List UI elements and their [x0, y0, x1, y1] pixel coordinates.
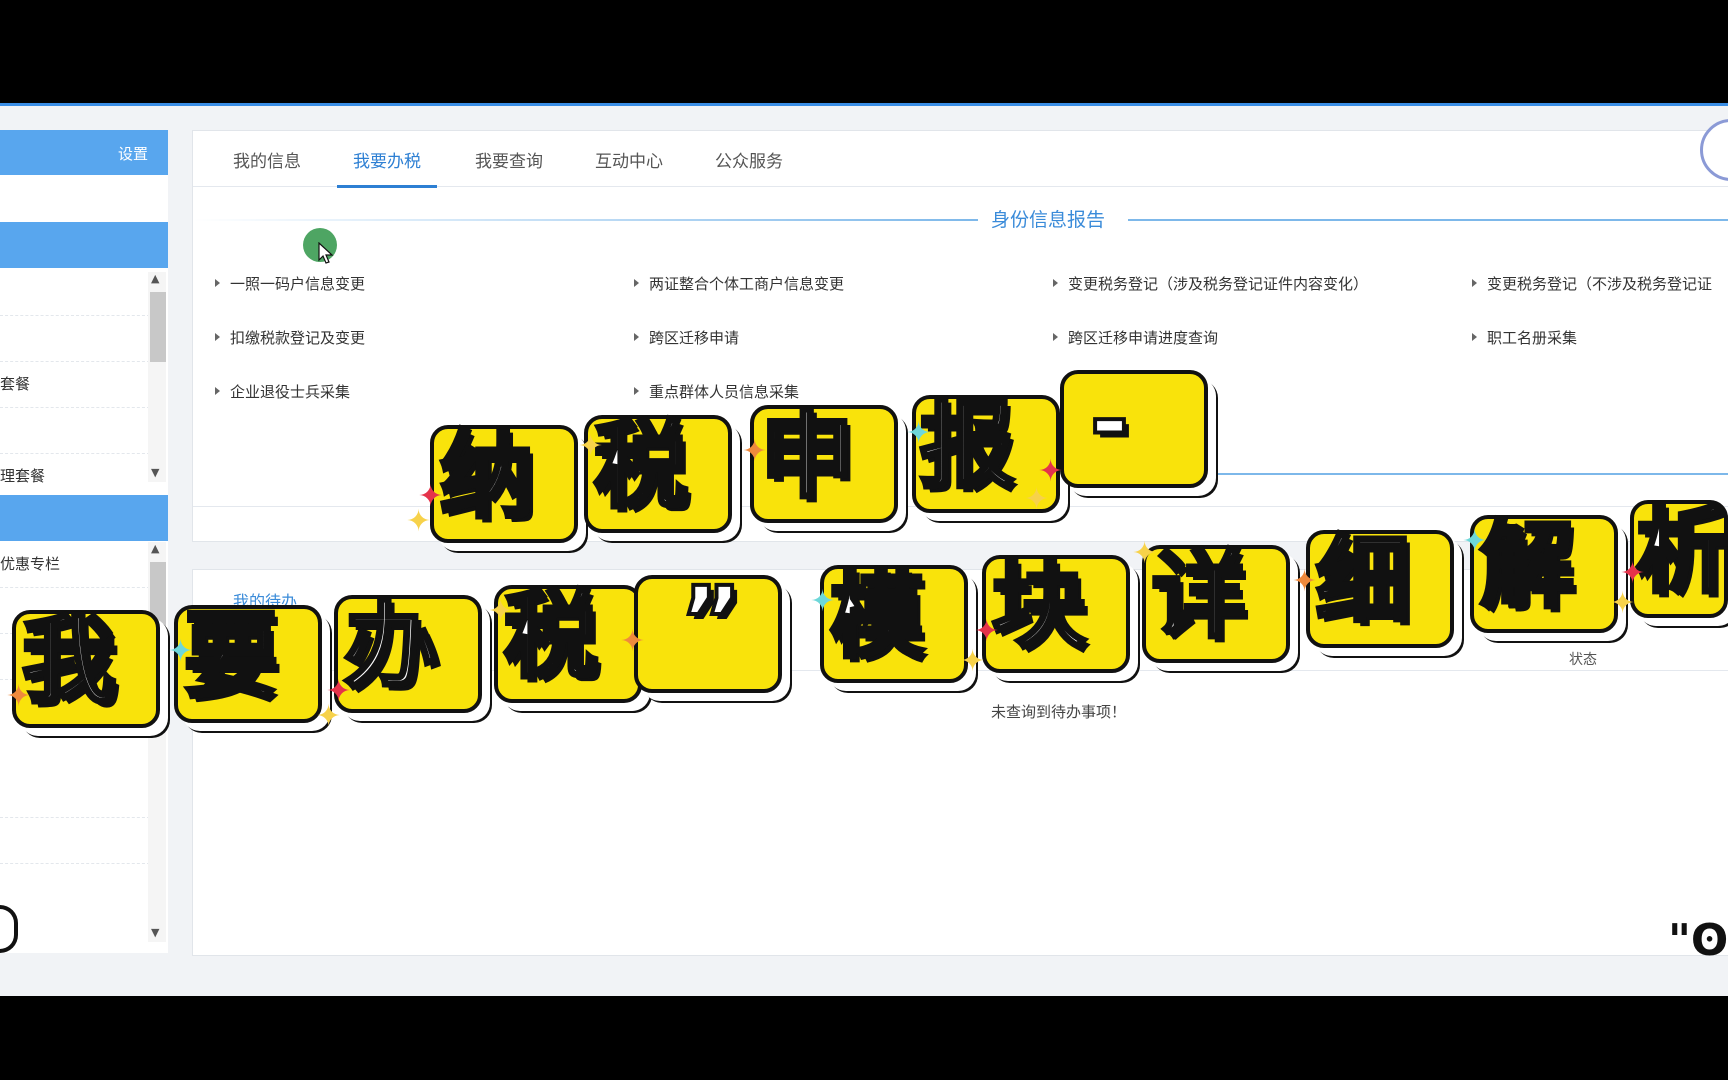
service-link[interactable]: 企业退役士兵采集 — [215, 381, 350, 402]
status-column-header: 状态 — [1569, 652, 1597, 668]
sidebar-item[interactable]: 理套餐 — [0, 454, 150, 500]
caret-right-icon — [1472, 279, 1477, 287]
tab-query[interactable]: 我要查询 — [475, 147, 543, 185]
sidebar-item[interactable]: 套餐 — [0, 362, 150, 408]
sidebar-scrollbar[interactable]: ▲ ▼ — [148, 542, 166, 942]
sidebar-group-header[interactable] — [0, 222, 168, 268]
main-panel: 我的信息 我要办税 我要查询 互动中心 公众服务 身份信息报告 一照一码户信息变… — [192, 130, 1728, 542]
caret-right-icon — [1053, 333, 1058, 341]
service-link[interactable]: 跨区迁移申请进度查询 — [1053, 327, 1218, 348]
sidebar-item[interactable] — [0, 818, 150, 864]
tab-bar: 我的信息 我要办税 我要查询 互动中心 公众服务 — [193, 131, 1728, 188]
sidebar-item[interactable] — [0, 408, 150, 454]
section-divider — [1128, 219, 1728, 221]
section-divider — [978, 473, 1728, 475]
caret-right-icon — [634, 387, 639, 395]
panel-divider — [193, 506, 1728, 507]
todo-header-line — [193, 670, 1728, 671]
section-divider — [193, 219, 978, 221]
tab-tax-handling[interactable]: 我要办税 — [337, 147, 437, 188]
window-top-accent — [0, 103, 1728, 106]
caret-right-icon — [1053, 279, 1058, 287]
sidebar-item[interactable] — [0, 634, 150, 680]
caret-right-icon — [634, 333, 639, 341]
caret-right-icon — [215, 333, 220, 341]
sidebar-scrollbar[interactable]: ▲ ▼ — [148, 272, 166, 482]
caret-right-icon — [634, 279, 639, 287]
scroll-up-icon[interactable]: ▲ — [151, 272, 159, 285]
service-link[interactable]: 一照一码户信息变更 — [215, 273, 365, 294]
caret-right-icon — [1472, 333, 1477, 341]
section-header: 身份信息报告 — [193, 205, 1728, 235]
service-link[interactable]: 变更税务登记（涉及税务登记证件内容变化） — [1053, 273, 1368, 294]
todo-title: 我的待办 — [233, 592, 298, 611]
scroll-thumb[interactable] — [150, 292, 166, 362]
sidebar-item[interactable] — [0, 588, 150, 634]
sidebar-header: 设置 — [0, 130, 168, 175]
left-sidebar: 设置 套餐 理套餐 ▲ ▼ 优惠专栏 ▲ ▼ — [0, 130, 168, 953]
tab-my-info[interactable]: 我的信息 — [233, 147, 301, 185]
tab-public-service[interactable]: 公众服务 — [715, 147, 783, 185]
tab-interaction-center[interactable]: 互动中心 — [595, 147, 663, 185]
todo-panel: 我的待办 状态 未查询到待办事项！ — [192, 569, 1728, 956]
sidebar-item[interactable] — [0, 270, 150, 316]
sidebar-group-header[interactable] — [0, 495, 168, 541]
scroll-up-icon[interactable]: ▲ — [151, 542, 159, 555]
cursor-icon — [318, 242, 334, 264]
sidebar-item[interactable] — [0, 316, 150, 362]
section-title: 身份信息报告 — [991, 209, 1106, 231]
service-link[interactable]: 变更税务登记（不涉及税务登记证 — [1472, 273, 1712, 294]
scroll-down-icon[interactable]: ▼ — [151, 466, 159, 479]
service-link[interactable]: 两证整合个体工商户信息变更 — [634, 273, 844, 294]
app-window: 设置 套餐 理套餐 ▲ ▼ 优惠专栏 ▲ ▼ 我的信息 我要办税 我要查询 互动… — [0, 103, 1728, 996]
scroll-thumb[interactable] — [150, 562, 166, 682]
caret-right-icon — [215, 279, 220, 287]
sidebar-item[interactable] — [0, 772, 150, 818]
empty-message: 未查询到待办事项！ — [991, 703, 1127, 721]
sidebar-item[interactable]: 优惠专栏 — [0, 542, 150, 588]
scroll-down-icon[interactable]: ▼ — [151, 926, 159, 939]
service-link[interactable]: 扣缴税款登记及变更 — [215, 327, 365, 348]
caret-right-icon — [215, 387, 220, 395]
service-link[interactable]: 重点群体人员信息采集 — [634, 381, 799, 402]
service-link[interactable]: 职工名册采集 — [1472, 327, 1577, 348]
service-link[interactable]: 跨区迁移申请 — [634, 327, 739, 348]
settings-link[interactable]: 设置 — [118, 143, 148, 164]
